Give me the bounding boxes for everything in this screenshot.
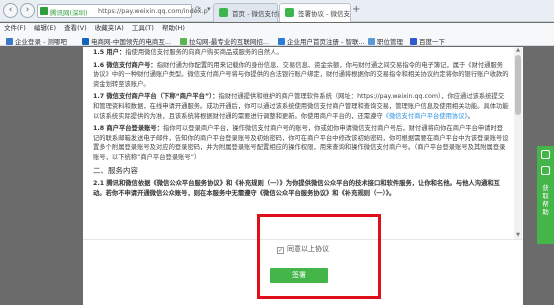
merchant-platform-agreement-link[interactable]: 《微信支付商户平台使用协议》	[383, 113, 468, 120]
site-identity: 腾讯网(深圳)	[50, 9, 88, 17]
tab-home[interactable]: 首页 - 微信支付商户平...	[213, 3, 303, 22]
clause-1-6: 1.6 微信支付商户号：指财付通为你配置的用来记载你的身份信息、交易信息、资金余…	[93, 61, 509, 88]
favorite-icon	[278, 38, 285, 45]
agreement-dialog: 1.5 用户：指使用微信支付服务的向商户购买商品或服务的自然人。 1.6 微信支…	[83, 47, 523, 305]
favorite-icon	[368, 38, 375, 45]
favorite-icon	[6, 38, 13, 45]
clause-1-8: 1.8 商户平台登录账号：指你可以登录商户平台，操作微信支付商户号的账号，你或如…	[93, 125, 509, 161]
tab-label: 签署协议 - 微信支付商户平...	[298, 10, 350, 18]
favorite-icon	[82, 38, 89, 45]
agreement-scroll-area[interactable]: 1.5 用户：指使用微信支付服务的向商户购买商品或服务的自然人。 1.6 微信支…	[83, 47, 523, 239]
divider	[83, 239, 523, 240]
favorite-link[interactable]: 拉勾网-最专业的互联网招...	[180, 36, 269, 46]
scrollbar[interactable]: ▲ ▼	[514, 47, 522, 239]
favorite-link[interactable]: 职位管理	[368, 36, 403, 46]
menu-bar: 文件(F) 编辑(E) 查看(V) 收藏夹(A) 工具(T) 帮助(H)	[0, 23, 554, 34]
new-tab-button[interactable]: +	[352, 5, 360, 15]
scrollbar-thumb[interactable]	[515, 55, 521, 115]
menu-view[interactable]: 查看(V)	[64, 24, 87, 32]
agree-row: ✓ 同意以上协议	[83, 244, 523, 254]
forward-button[interactable]: ›	[20, 3, 35, 18]
address-bar[interactable]: 腾讯网(深圳) https://pay.weixin.qq.com/index.…	[37, 4, 208, 18]
favorite-link[interactable]: 百度一下	[410, 36, 445, 46]
favorites-bar: 企业登录 - 测哪吧 电商网-中国领先的电商互... 拉勾网-最专业的互联网招.…	[0, 34, 554, 46]
favorite-icon	[410, 38, 417, 45]
refresh-dropdown-icons[interactable]: ⟳ ▾	[195, 5, 213, 13]
scroll-down-icon[interactable]: ▼	[514, 232, 522, 239]
clause-2-1: 2.1 腾讯和微信依据《微信公众平台服务协议》和《补充规则（一）》为你提供微信公…	[93, 180, 500, 197]
favorite-link[interactable]: 电商网-中国领先的电商互...	[82, 36, 171, 46]
menu-tools[interactable]: 工具(T)	[132, 24, 154, 32]
wechat-pay-tab-icon	[219, 8, 228, 17]
get-help-label[interactable]: 获取帮助	[540, 184, 551, 216]
section-title: 二、服务内容	[93, 165, 138, 175]
sign-button[interactable]: 签署	[270, 268, 328, 283]
tab-sign-agreement[interactable]: 签署协议 - 微信支付商户平...	[279, 3, 351, 22]
menu-file[interactable]: 文件(F)	[4, 24, 26, 32]
scroll-up-icon[interactable]: ▲	[514, 47, 522, 54]
help-widget[interactable]: 获取帮助	[537, 146, 554, 244]
favorite-link[interactable]: 企业登录 - 测哪吧	[6, 36, 67, 46]
url-text[interactable]: https://pay.weixin.qq.com/index.p	[98, 7, 208, 15]
favorite-link[interactable]: 企业用户首页注册 - 智联...	[278, 36, 365, 46]
back-button[interactable]: ‹	[3, 3, 18, 18]
menu-favorites[interactable]: 收藏夹(A)	[95, 24, 124, 32]
qrcode-icon[interactable]	[541, 166, 550, 175]
agree-checkbox[interactable]: ✓	[277, 247, 284, 254]
browser-toolbar: ‹ › 腾讯网(深圳) https://pay.weixin.qq.com/in…	[0, 0, 554, 22]
wechat-pay-tab-icon	[285, 8, 294, 17]
menu-edit[interactable]: 编辑(E)	[34, 24, 56, 32]
clause-1-5: 1.5 用户：指使用微信支付服务的向商户购买商品或服务的自然人。	[93, 49, 283, 56]
feedback-icon[interactable]	[541, 150, 550, 159]
secure-site-icon	[40, 7, 48, 15]
favorite-icon	[180, 38, 187, 45]
agree-label: 同意以上协议	[287, 245, 329, 253]
menu-help[interactable]: 帮助(H)	[162, 24, 185, 32]
agreement-text: 1.5 用户：指使用微信支付服务的向商户购买商品或服务的自然人。 1.6 微信支…	[93, 48, 509, 201]
clause-1-7: 1.7 微信支付商户平台（下称“商户平台”）：指财付通提供和维护的商户管理软件系…	[93, 93, 509, 120]
